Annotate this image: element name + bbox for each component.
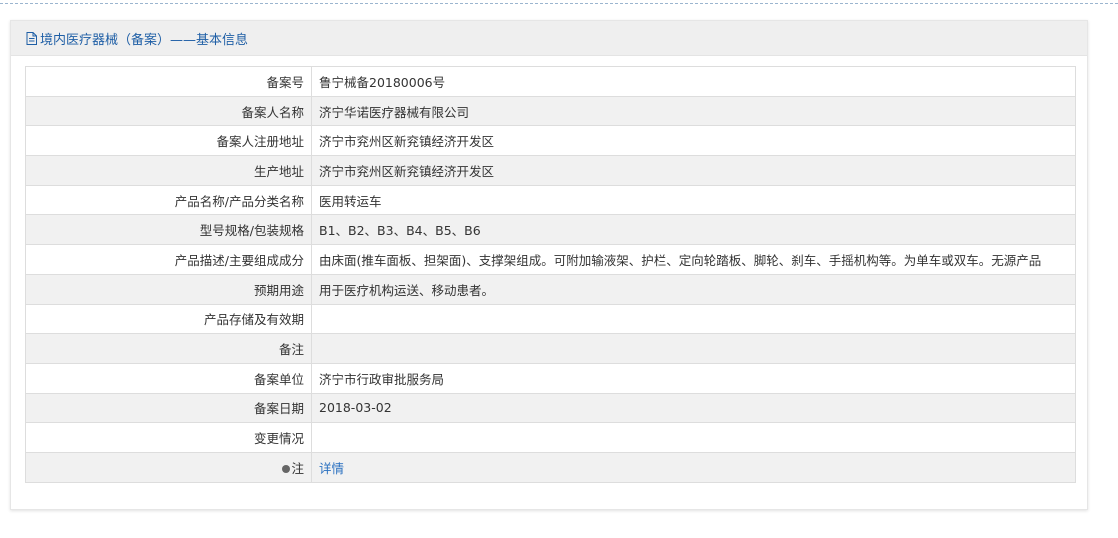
row-label-filing-authority: 备案单位 xyxy=(25,362,312,394)
top-divider xyxy=(0,3,1118,4)
row-value-remarks xyxy=(311,333,1076,364)
row-value-filer-address: 济宁市兖州区新兖镇经济开发区 xyxy=(311,125,1076,157)
row-label-filing-date: 备案日期 xyxy=(25,392,312,424)
details-link[interactable]: 详情 xyxy=(319,461,344,476)
row-value-model-spec: B1、B2、B3、B4、B5、B6 xyxy=(311,214,1076,246)
basic-info-table: 备案号 鲁宁械备20180006号 备案人名称 济宁华诺医疗器械有限公司 备案人… xyxy=(25,66,1076,483)
row-value-change-status xyxy=(311,422,1076,453)
row-value-intended-use: 用于医疗机构运送、移动患者。 xyxy=(311,273,1076,305)
row-label-filer-name: 备案人名称 xyxy=(25,95,312,127)
table-row: 型号规格/包装规格 B1、B2、B3、B4、B5、B6 xyxy=(25,214,1076,246)
row-value-production-address: 济宁市兖州区新兖镇经济开发区 xyxy=(311,155,1076,186)
info-panel: 境内医疗器械（备案）——基本信息 备案号 鲁宁械备20180006号 备案人名称… xyxy=(10,20,1088,510)
table-row: 生产地址 济宁市兖州区新兖镇经济开发区 xyxy=(25,155,1076,186)
panel-header: 境内医疗器械（备案）——基本信息 xyxy=(11,21,1087,56)
row-value-product-description: 由床面(推车面板、担架面)、支撑架组成。可附加输液架、护栏、定向轮踏板、脚轮、刹… xyxy=(311,244,1076,275)
row-label-model-spec: 型号规格/包装规格 xyxy=(25,214,312,246)
table-row: 备案日期 2018-03-02 xyxy=(25,392,1076,424)
row-label-change-status: 变更情况 xyxy=(25,422,312,453)
row-label-remarks: 备注 xyxy=(25,333,312,364)
row-value-filing-authority: 济宁市行政审批服务局 xyxy=(311,362,1076,394)
row-label-storage-validity: 产品存储及有效期 xyxy=(25,303,312,335)
table-row: 产品描述/主要组成成分 由床面(推车面板、担架面)、支撑架组成。可附加输液架、护… xyxy=(25,244,1076,275)
row-value-filing-date: 2018-03-02 xyxy=(311,392,1076,424)
table-row: 变更情况 xyxy=(25,422,1076,453)
row-label-product-name: 产品名称/产品分类名称 xyxy=(25,184,312,216)
table-row: 备案人注册地址 济宁市兖州区新兖镇经济开发区 xyxy=(25,125,1076,157)
row-value-filing-number: 鲁宁械备20180006号 xyxy=(311,66,1076,97)
table-row: 注 详情 xyxy=(25,451,1076,483)
row-value-filer-name: 济宁华诺医疗器械有限公司 xyxy=(311,95,1076,127)
panel-title: 境内医疗器械（备案）——基本信息 xyxy=(40,32,249,48)
note-label: 注 xyxy=(291,460,304,476)
row-label-intended-use: 预期用途 xyxy=(25,273,312,305)
table-row: 备注 xyxy=(25,333,1076,364)
row-label-production-address: 生产地址 xyxy=(25,155,312,186)
table-row: 产品存储及有效期 xyxy=(25,303,1076,335)
table-row: 备案单位 济宁市行政审批服务局 xyxy=(25,362,1076,394)
row-label-note: 注 xyxy=(25,451,312,483)
note-icon xyxy=(282,464,291,473)
row-label-product-description: 产品描述/主要组成成分 xyxy=(25,244,312,275)
table-row: 预期用途 用于医疗机构运送、移动患者。 xyxy=(25,273,1076,305)
row-label-filing-number: 备案号 xyxy=(25,66,312,97)
row-value-note: 详情 xyxy=(311,451,1076,483)
row-label-filer-address: 备案人注册地址 xyxy=(25,125,312,157)
table-row: 产品名称/产品分类名称 医用转运车 xyxy=(25,184,1076,216)
row-value-product-name: 医用转运车 xyxy=(311,184,1076,216)
table-row: 备案人名称 济宁华诺医疗器械有限公司 xyxy=(25,95,1076,127)
document-icon xyxy=(26,31,37,45)
row-value-storage-validity xyxy=(311,303,1076,335)
table-row: 备案号 鲁宁械备20180006号 xyxy=(25,66,1076,97)
